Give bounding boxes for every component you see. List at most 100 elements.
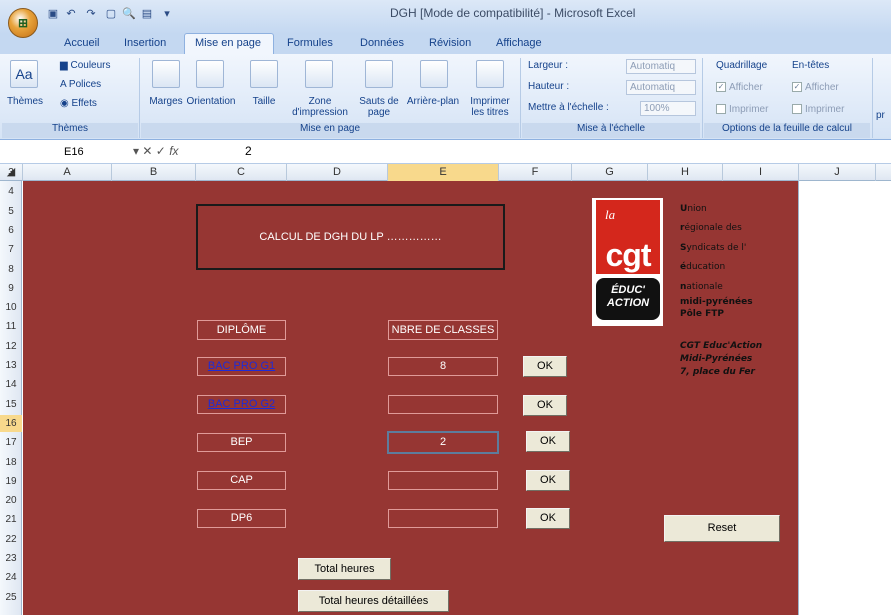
function-icon[interactable]: fx <box>169 144 178 158</box>
classes-bac-pro-g2-input[interactable] <box>388 395 498 414</box>
background-button[interactable]: Arrière-plan <box>402 96 464 107</box>
check-icon: ✓ <box>716 82 726 93</box>
row-header[interactable]: 7 <box>0 241 22 258</box>
formula-input[interactable]: 2 <box>245 144 252 158</box>
print-preview-icon[interactable]: 🔍 <box>122 7 136 21</box>
diploma-bac-pro-g1-link[interactable]: BAC PRO G1 <box>197 357 286 376</box>
redo-icon[interactable]: ↷ <box>84 7 98 21</box>
row-header[interactable]: 14 <box>0 376 22 393</box>
tab-mise-en-page[interactable]: Mise en page <box>195 37 261 49</box>
classes-cap-input[interactable] <box>388 471 498 490</box>
new-icon[interactable]: ▢ <box>104 7 118 21</box>
tab-donnees[interactable]: Données <box>360 37 404 49</box>
tab-affichage[interactable]: Affichage <box>496 37 542 49</box>
total-hours-detailed-button[interactable]: Total heures détaillées <box>298 590 449 612</box>
cancel-icon[interactable]: ✕ <box>142 144 152 158</box>
ok-button-cap[interactable]: OK <box>526 470 570 491</box>
diploma-bac-pro-g2-link[interactable]: BAC PRO G2 <box>197 395 286 414</box>
row-header[interactable]: 24 <box>0 569 22 586</box>
margins-icon <box>152 60 180 88</box>
row-header[interactable]: 13 <box>0 357 22 374</box>
row-header[interactable]: 17 <box>0 434 22 451</box>
headings-view-checkbox[interactable]: ✓ Afficher <box>792 82 839 93</box>
ok-button-dp6[interactable]: OK <box>526 508 570 529</box>
row-header[interactable]: 12 <box>0 338 22 355</box>
group-label-themes: Thèmes <box>2 123 138 138</box>
window-title: DGH [Mode de compatibilité] - Microsoft … <box>390 6 636 20</box>
size-button[interactable]: Taille <box>244 96 284 107</box>
classes-dp6-input[interactable] <box>388 509 498 528</box>
column-header[interactable]: B <box>112 164 196 181</box>
print-titles-icon <box>476 60 504 88</box>
headings-print-checkbox[interactable]: Imprimer <box>792 104 844 115</box>
column-header[interactable]: C <box>196 164 287 181</box>
row-header[interactable]: 8 <box>0 261 22 278</box>
fonts-button[interactable]: A Polices <box>60 79 101 90</box>
column-header[interactable]: A <box>23 164 112 181</box>
undo-icon[interactable]: ↶ <box>64 7 78 21</box>
column-header[interactable]: D <box>287 164 388 181</box>
row-header[interactable]: 3 <box>0 164 22 181</box>
row-header[interactable]: 19 <box>0 473 22 490</box>
height-select[interactable]: Automatiq <box>626 80 696 95</box>
ok-button-bep[interactable]: OK <box>526 431 570 452</box>
form-icon[interactable]: ▤ <box>140 7 154 21</box>
row-header[interactable]: 25 <box>0 589 22 606</box>
row-header[interactable]: 21 <box>0 511 22 528</box>
column-header-selected[interactable]: E <box>388 164 499 181</box>
dropdown-icon[interactable]: ▾ <box>133 144 139 158</box>
side-text-line: éducation <box>680 262 726 272</box>
check-icon: ✓ <box>792 82 802 93</box>
breaks-button[interactable]: Sauts de page <box>356 96 402 118</box>
tab-insertion[interactable]: Insertion <box>124 37 166 49</box>
row-header[interactable]: 4 <box>0 183 22 200</box>
themes-button[interactable]: Thèmes <box>4 96 46 107</box>
customize-toolbar-icon[interactable]: ▾ <box>160 7 174 21</box>
row-header[interactable]: 5 <box>0 203 22 220</box>
diploma-dp6: DP6 <box>197 509 286 528</box>
column-header[interactable]: H <box>648 164 723 181</box>
classes-bac-pro-g1-input[interactable]: 8 <box>388 357 498 376</box>
row-header[interactable]: 20 <box>0 492 22 509</box>
tab-revision[interactable]: Révision <box>429 37 471 49</box>
tab-accueil[interactable]: Accueil <box>64 37 99 49</box>
print-area-button[interactable]: Zone d'impression <box>288 96 352 118</box>
office-button[interactable]: ⊞ <box>8 8 38 38</box>
effects-icon: ◉ <box>60 98 72 109</box>
name-box[interactable]: E16 <box>2 143 127 161</box>
row-header[interactable]: 16 <box>0 414 22 432</box>
ok-button-bac-pro-g1[interactable]: OK <box>523 356 567 377</box>
column-header[interactable]: G <box>572 164 648 181</box>
width-label: Largeur : <box>528 60 569 71</box>
total-hours-button[interactable]: Total heures <box>298 558 391 580</box>
enter-icon[interactable]: ✓ <box>156 144 166 158</box>
row-header[interactable]: 18 <box>0 454 22 471</box>
width-select[interactable]: Automatiq <box>626 59 696 74</box>
colors-button[interactable]: ▆ Couleurs <box>60 60 111 71</box>
ok-button-bac-pro-g2[interactable]: OK <box>523 395 567 416</box>
row-header[interactable]: 6 <box>0 222 22 239</box>
size-icon <box>250 60 278 88</box>
scale-input[interactable]: 100% <box>640 101 696 116</box>
gridlines-view-checkbox[interactable]: ✓ Afficher <box>716 82 763 93</box>
background-icon <box>420 60 448 88</box>
row-header[interactable]: 9 <box>0 280 22 297</box>
themes-icon[interactable]: Aa <box>10 60 38 88</box>
column-header[interactable]: I <box>723 164 799 181</box>
classes-bep-input[interactable]: 2 <box>387 431 499 454</box>
column-header[interactable]: F <box>499 164 572 181</box>
row-header[interactable]: 15 <box>0 396 22 413</box>
column-header[interactable]: J <box>799 164 876 181</box>
orientation-button[interactable]: Orientation <box>182 96 240 107</box>
row-header[interactable]: 11 <box>0 318 22 335</box>
reset-button[interactable]: Reset <box>664 515 780 542</box>
save-icon[interactable]: ▣ <box>46 7 60 21</box>
print-titles-button[interactable]: Imprimer les titres <box>466 96 514 118</box>
row-header[interactable]: 22 <box>0 531 22 548</box>
row-header[interactable]: 10 <box>0 299 22 316</box>
row-header[interactable]: 23 <box>0 550 22 567</box>
gridlines-print-checkbox[interactable]: Imprimer <box>716 104 768 115</box>
tab-formules[interactable]: Formules <box>287 37 333 49</box>
group-label-sheet-options: Options de la feuille de calcul <box>704 123 870 138</box>
effects-button[interactable]: ◉ Effets <box>60 98 97 109</box>
